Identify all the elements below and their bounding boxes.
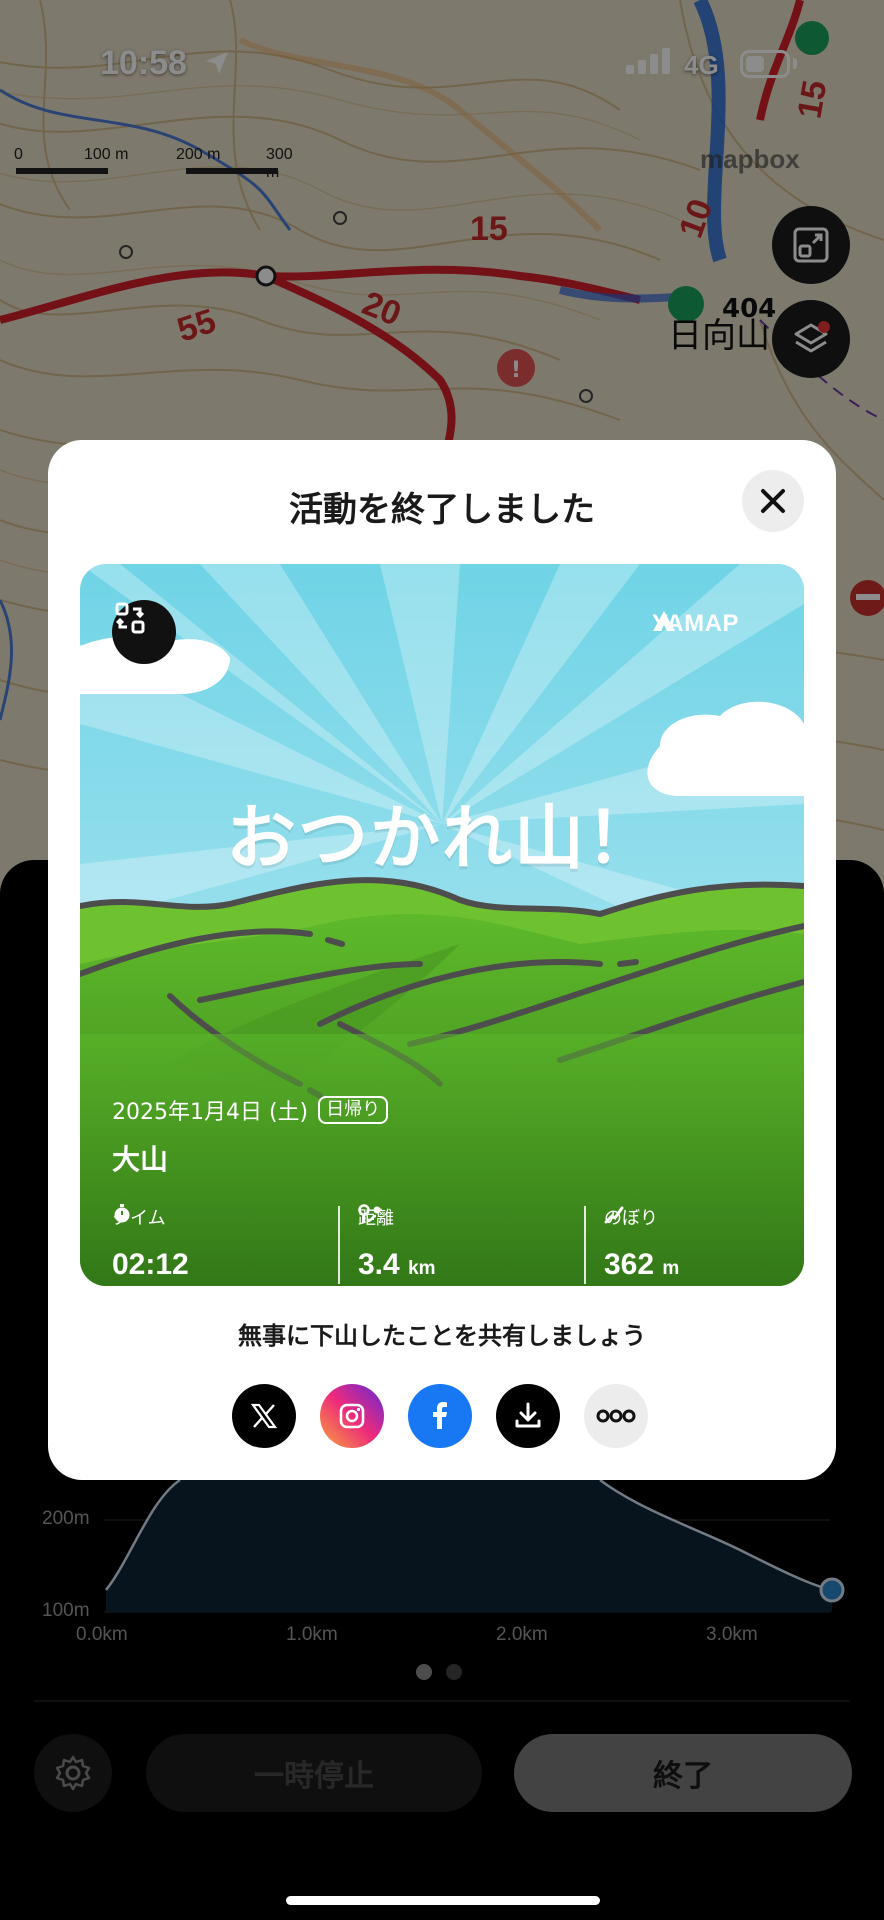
home-indicator xyxy=(286,1896,600,1905)
summary-card: YAMAP おつかれ山！ 2025年1月4日 (土) 日帰り 大山 タイム 02… xyxy=(80,564,804,1286)
swap-icon xyxy=(115,602,145,634)
stat-unit: m xyxy=(662,1258,680,1279)
stat-value: 3.4 xyxy=(358,1248,400,1281)
stat-value: 02:12 xyxy=(112,1248,189,1281)
route-pin-icon xyxy=(358,1204,381,1223)
activity-info: 2025年1月4日 (土) 日帰り 大山 タイム 02:12 距離 3.4 km… xyxy=(112,1094,792,1284)
yamap-logo-icon xyxy=(653,611,675,631)
trip-type-badge: 日帰り xyxy=(318,1096,389,1124)
share-prompt: 無事に下山したことを共有しましょう xyxy=(238,1322,646,1350)
dialog-title: 活動を終了しました xyxy=(289,490,595,530)
stat-distance: 距離 3.4 km xyxy=(358,1204,436,1284)
swap-card-button[interactable] xyxy=(112,600,176,664)
close-icon xyxy=(761,489,785,513)
facebook-share-button[interactable] xyxy=(408,1384,472,1448)
activity-stats: タイム 02:12 距離 3.4 km のぼり 362 m xyxy=(112,1204,792,1286)
stat-unit: km xyxy=(408,1258,436,1279)
card-headline: おつかれ山！ xyxy=(226,797,658,879)
brand-logo: YAMAP xyxy=(652,610,739,638)
x-share-button[interactable] xyxy=(232,1384,296,1448)
download-button[interactable] xyxy=(496,1384,560,1448)
instagram-share-button[interactable] xyxy=(320,1384,384,1448)
close-button[interactable] xyxy=(742,470,804,532)
stopwatch-icon xyxy=(114,1204,130,1223)
facebook-icon xyxy=(433,1402,447,1429)
ascent-icon xyxy=(604,1206,624,1224)
stat-time: タイム 02:12 xyxy=(112,1204,189,1284)
x-logo-icon xyxy=(250,1403,278,1429)
more-share-button[interactable] xyxy=(584,1384,648,1448)
instagram-icon xyxy=(339,1403,365,1429)
download-icon xyxy=(515,1402,541,1428)
stat-value: 362 xyxy=(604,1248,655,1281)
more-dots-icon xyxy=(596,1409,636,1423)
activity-finished-dialog: 活動を終了しました YAMAP おつかれ山！ 2025年1月4日 (土) 日帰り… xyxy=(48,440,836,1480)
mountain-name: 大山 xyxy=(112,1143,169,1176)
activity-date: 2025年1月4日 (土) xyxy=(112,1100,309,1125)
share-buttons xyxy=(232,1384,652,1448)
stat-ascent: のぼり 362 m xyxy=(604,1204,679,1284)
